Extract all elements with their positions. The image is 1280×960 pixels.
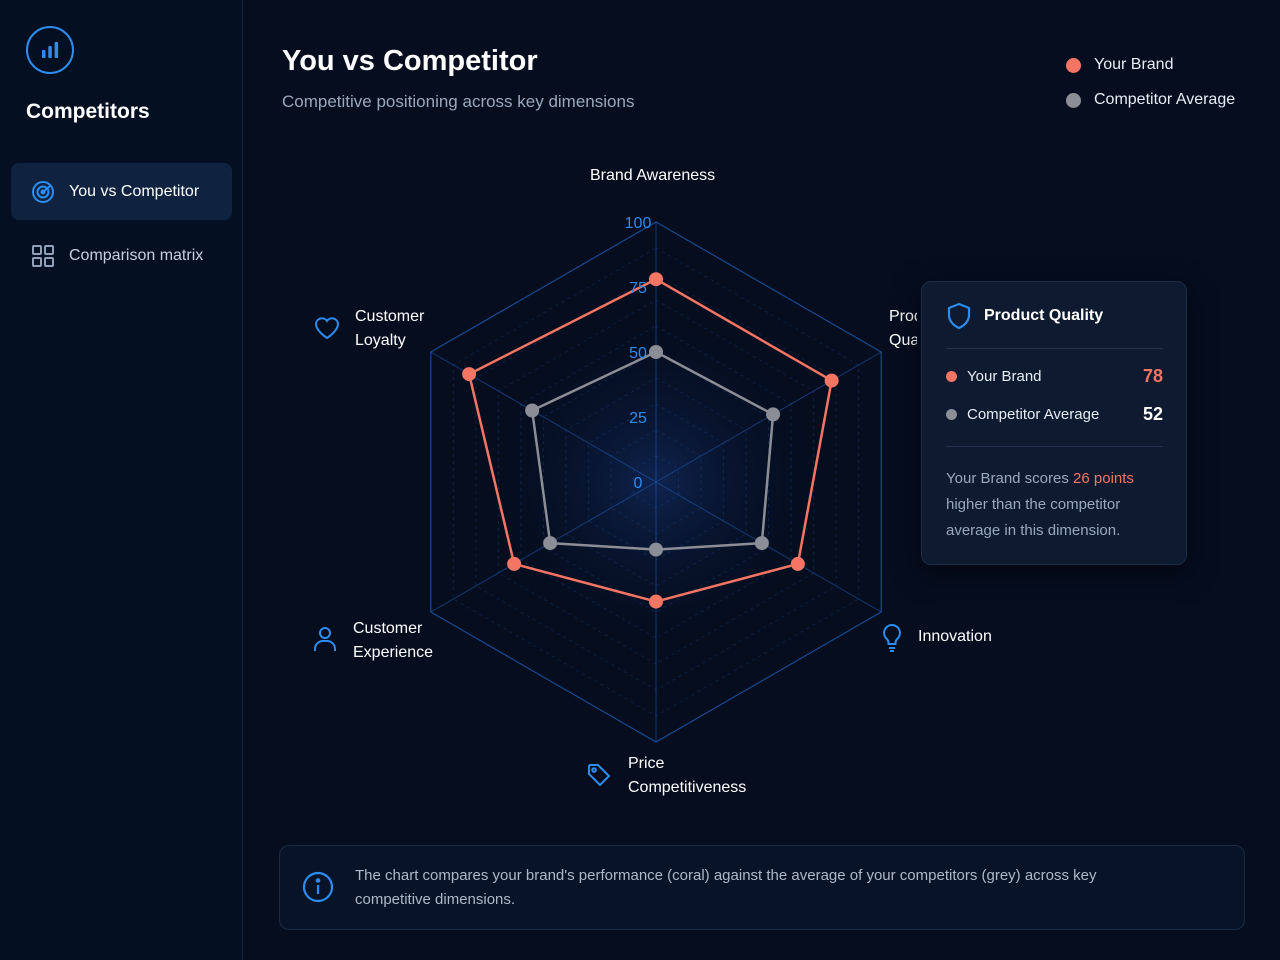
data-point-competitor-average <box>754 536 769 551</box>
series-line-your-brand <box>467 277 833 603</box>
radar-glow <box>500 326 812 638</box>
radar-spoke <box>655 351 882 483</box>
tooltip-row-label: Your Brand <box>967 368 1042 385</box>
grid-icon <box>30 243 56 269</box>
page-title: You vs Competitor <box>282 45 538 77</box>
tick-label: 50 <box>629 345 647 362</box>
data-point-competitor-average <box>649 345 663 359</box>
heart-icon <box>313 315 341 349</box>
tooltip-note-prefix: Your Brand scores <box>946 470 1074 487</box>
radar-grid-ring <box>452 247 860 717</box>
axis-label-text: Customer Experience <box>353 620 434 661</box>
tick-label: 25 <box>629 410 647 427</box>
tooltip-row-competitor-average: Competitor Average 52 <box>946 404 1163 425</box>
tooltip-note-highlight: 26 points <box>1073 470 1134 487</box>
lightbulb-icon <box>880 623 904 661</box>
tooltip-row-label: Competitor Average <box>967 406 1100 423</box>
radar-grid-ring <box>610 429 702 535</box>
info-text: The chart compares your brand's performa… <box>355 867 1097 908</box>
radar-icon <box>30 179 56 205</box>
tooltip-row-value: 52 <box>1142 404 1163 424</box>
data-point-competitor-average <box>543 536 558 551</box>
page-subtitle: Competitive positioning across key dimen… <box>282 92 635 111</box>
data-point-your-brand <box>824 373 839 388</box>
sidebar-item-comparison-matrix[interactable]: Comparison matrix <box>11 227 232 284</box>
tooltip-note-suffix: higher than the competitor average in th… <box>946 496 1121 539</box>
radar-grid-ring <box>520 325 792 639</box>
data-point-your-brand <box>649 272 663 287</box>
tooltip-header: Product Quality <box>946 302 1103 330</box>
info-box: The chart compares your brand's performa… <box>279 845 1245 930</box>
legend-dot <box>1066 57 1081 73</box>
series-dot <box>946 371 957 382</box>
data-point-competitor-average <box>525 403 540 418</box>
axis-label-price-competitiveness: Price Competitiveness <box>586 752 776 800</box>
radar-grid-ring <box>497 299 815 665</box>
data-point-your-brand <box>649 594 663 609</box>
axis-label-brand-awareness: Brand Awareness <box>590 164 715 188</box>
series-line-competitor-average <box>530 350 775 551</box>
radar-spoke <box>655 481 882 613</box>
divider <box>946 446 1163 447</box>
data-point-competitor-average <box>766 407 781 422</box>
radar-grid-ring <box>542 351 770 613</box>
divider <box>946 348 1163 349</box>
tick-label: 0 <box>634 475 643 492</box>
axis-label-text: Innovation <box>918 628 992 645</box>
radar-outer-ring <box>430 221 882 743</box>
radar-grid-ring <box>587 403 725 561</box>
data-point-your-brand <box>790 556 805 571</box>
sidebar-title: Competitors <box>26 100 150 123</box>
radar-grid-ring <box>632 455 680 509</box>
sidebar-item-you-vs-competitor[interactable]: You vs Competitor <box>11 163 232 220</box>
legend-label: Your Brand <box>1094 56 1174 73</box>
tick-label: 100 <box>625 215 652 232</box>
radar-spoke <box>430 351 657 483</box>
user-icon <box>312 625 338 661</box>
tooltip-row-your-brand: Your Brand 78 <box>946 366 1163 387</box>
data-point-competitor-average <box>649 542 663 557</box>
legend-item-competitor-average[interactable]: Competitor Average <box>1066 90 1235 110</box>
tag-icon <box>586 762 612 796</box>
legend-dot <box>1066 92 1081 108</box>
radar-grid-ring <box>475 273 837 691</box>
tooltip-title: Product Quality <box>984 307 1104 324</box>
data-point-your-brand <box>507 556 522 571</box>
sidebar-item-label: Comparison matrix <box>69 246 204 264</box>
legend-item-your-brand[interactable]: Your Brand <box>1066 55 1235 75</box>
legend: Your Brand Competitor Average <box>1066 55 1235 125</box>
axis-label-innovation: Innovation <box>880 623 992 652</box>
axis-label-text: Brand Awareness <box>590 167 716 184</box>
tooltip-product-quality: Product Quality Your Brand 78 Competitor… <box>921 281 1187 565</box>
series-dot <box>946 409 957 420</box>
tooltip-note: Your Brand scores 26 points higher than … <box>946 466 1166 544</box>
sidebar: Competitors You vs Competitor Comparison… <box>0 0 243 960</box>
data-point-your-brand <box>462 367 477 382</box>
axis-label-customer-experience: Customer Experience <box>312 617 452 665</box>
bar-chart-icon[interactable] <box>26 26 74 74</box>
info-icon <box>302 871 334 908</box>
axis-label-product-quality: Product Quality <box>889 305 917 365</box>
axis-label-text: Price Competitiveness <box>628 755 747 796</box>
axis-label-customer-loyalty: Customer Loyalty <box>313 305 443 353</box>
radar-spoke <box>430 481 657 613</box>
axis-label-text: Customer Loyalty <box>355 308 425 349</box>
radar-grid-ring <box>565 377 747 587</box>
tick-label: 75 <box>629 280 647 297</box>
tooltip-row-value: 78 <box>1142 366 1163 386</box>
shield-icon <box>946 302 972 330</box>
legend-label: Competitor Average <box>1094 91 1236 108</box>
axis-label-text: Product Quality <box>889 308 917 349</box>
sidebar-item-label: You vs Competitor <box>69 182 200 200</box>
